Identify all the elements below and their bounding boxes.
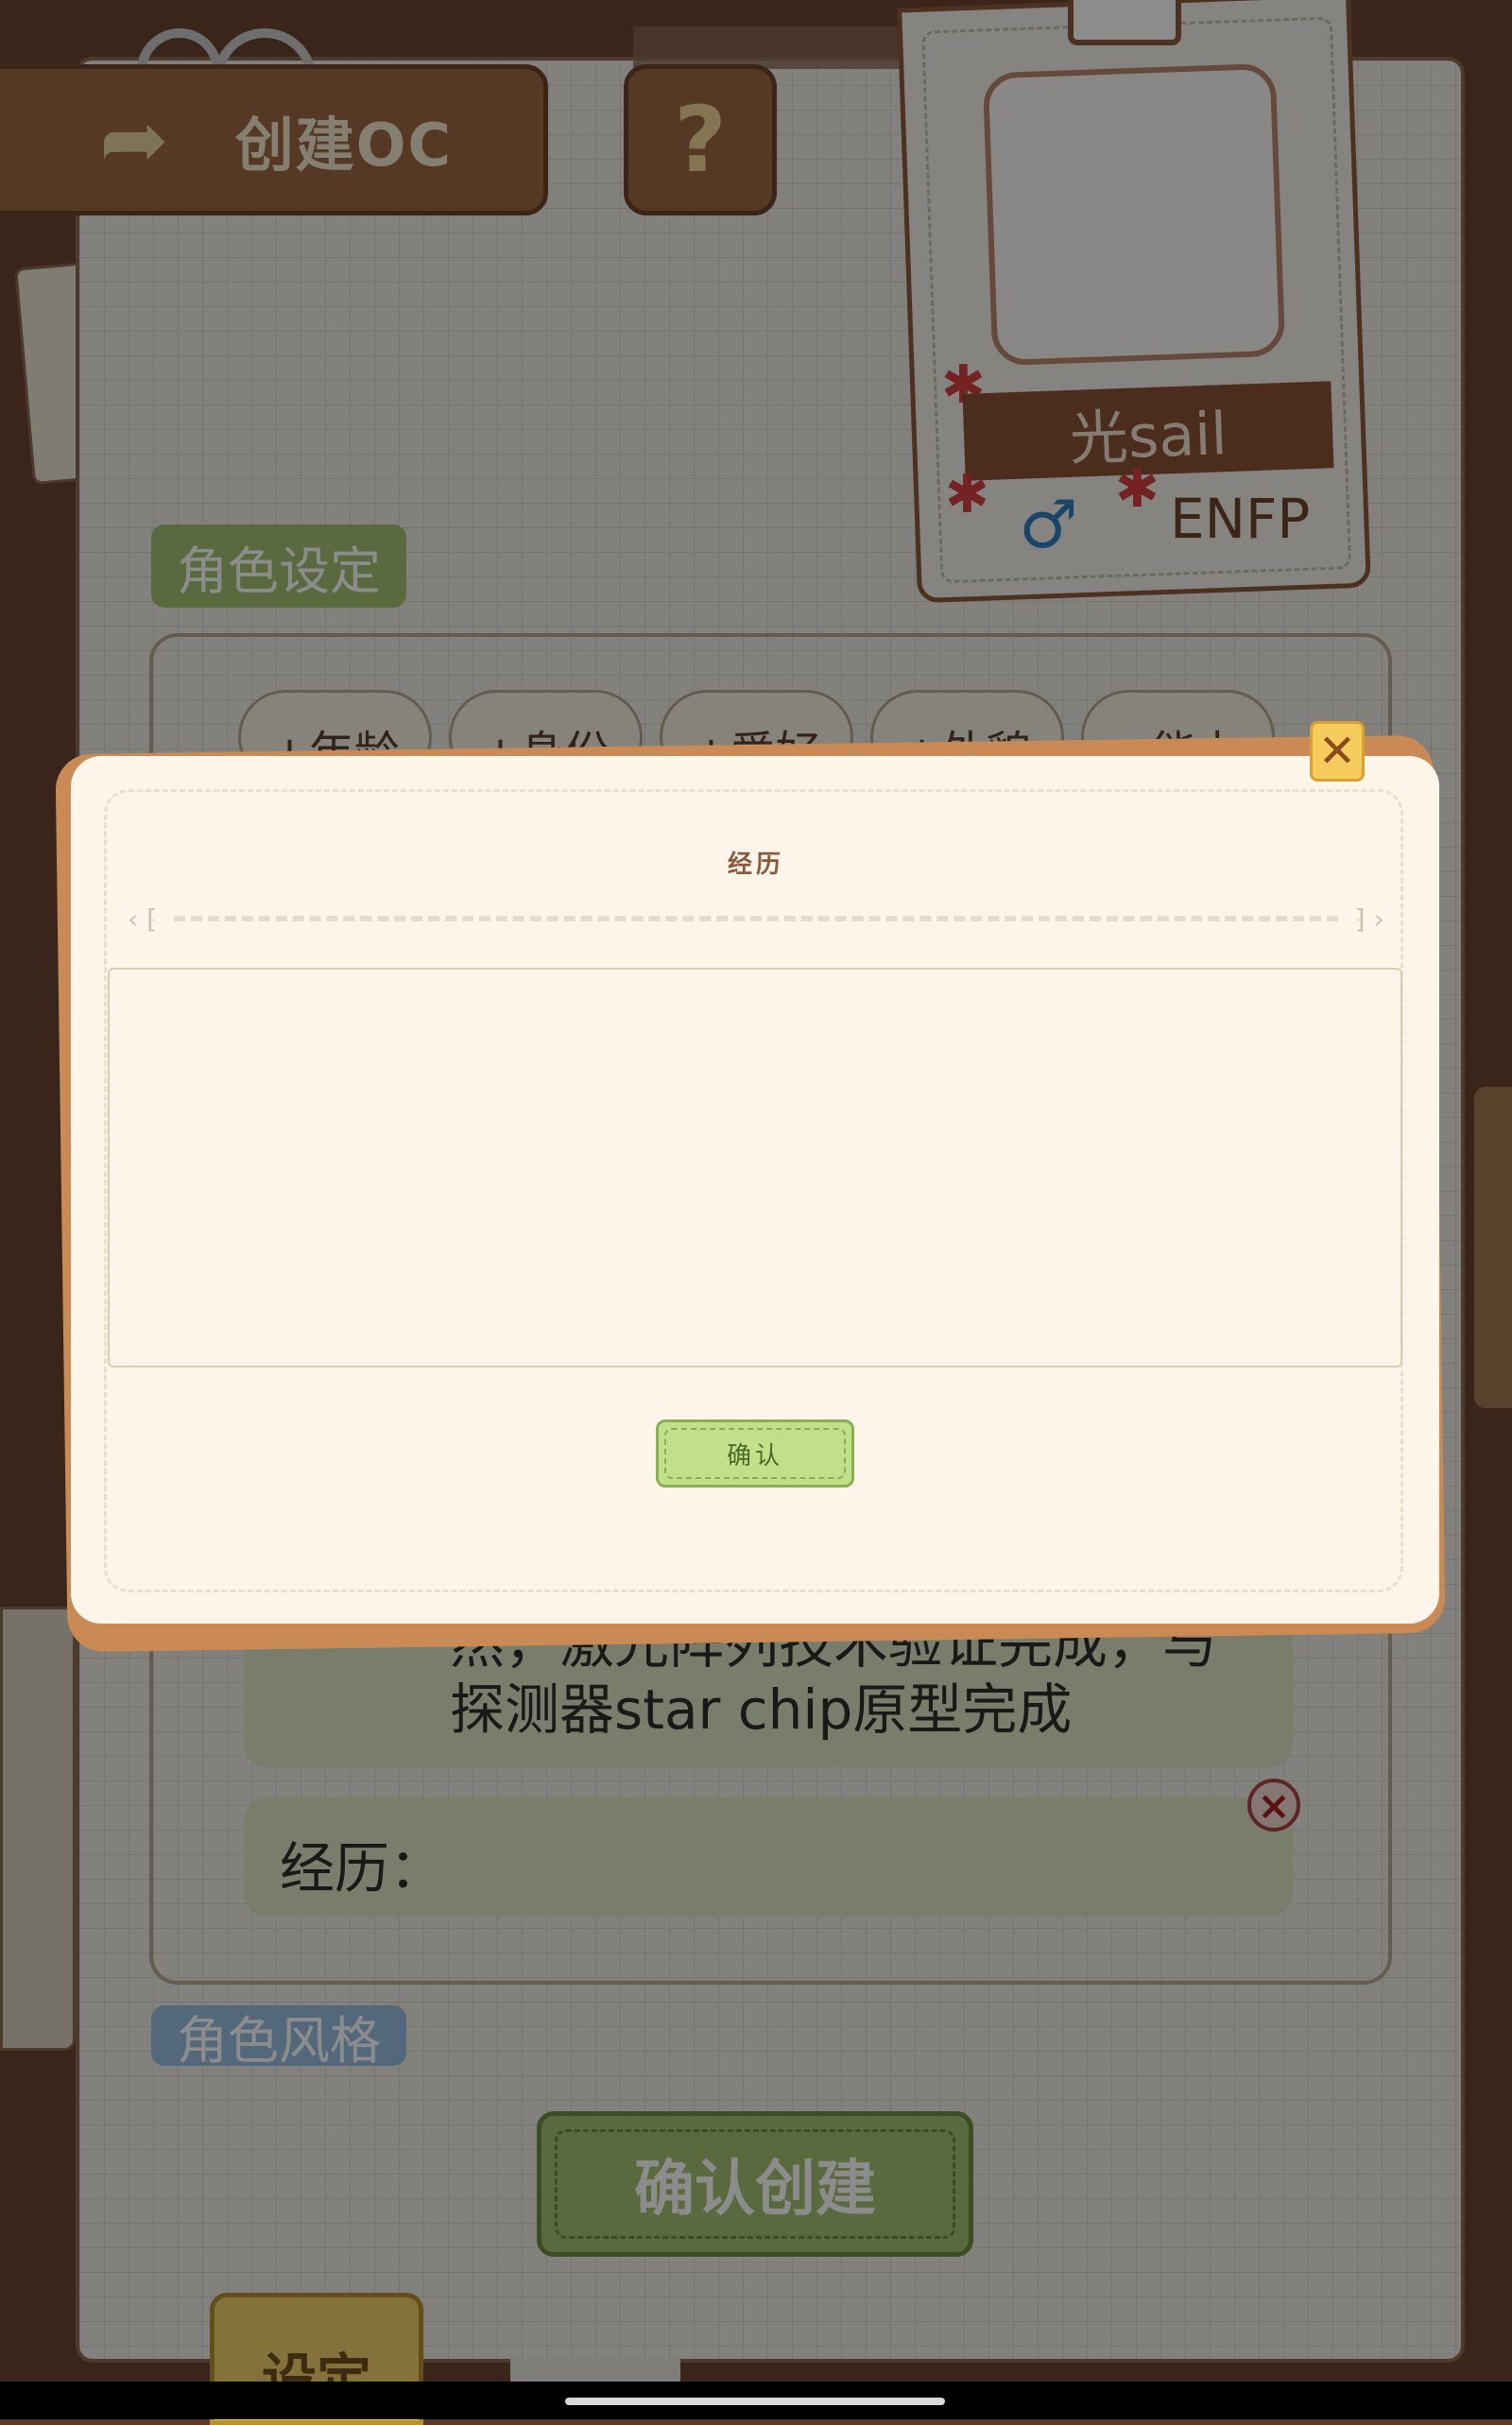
home-gesture-handle[interactable] (565, 2398, 945, 2405)
close-icon[interactable]: ✕ (1310, 721, 1365, 782)
modal-title: 经历 (727, 851, 784, 879)
divider-line (174, 916, 1338, 921)
divider-left-ornament: ‹ ⁅ (128, 903, 158, 935)
experience-textarea[interactable] (108, 968, 1402, 1367)
button-dashed-border (664, 1428, 846, 1479)
modal-confirm-button[interactable]: 确认 (656, 1419, 854, 1488)
modal-divider: ‹ ⁅ ⁆ › (128, 903, 1384, 935)
divider-right-ornament: ⁆ › (1354, 903, 1384, 935)
